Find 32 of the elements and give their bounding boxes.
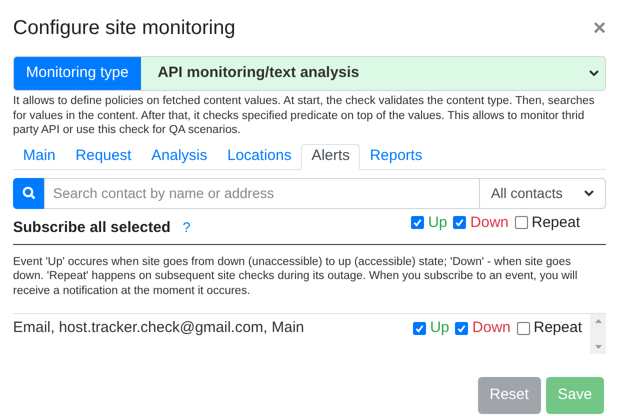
- tab[interactable]: Analysis: [141, 144, 218, 170]
- tab[interactable]: Locations: [217, 144, 302, 170]
- tab[interactable]: Main: [13, 144, 66, 170]
- contact-name: Email, host.tracker.check@gmail.com, Main: [13, 318, 304, 338]
- checkbox[interactable]: [455, 322, 468, 334]
- checkbox[interactable]: [411, 216, 424, 230]
- checkbox[interactable]: [453, 216, 466, 230]
- search-icon: [13, 178, 44, 208]
- checkbox-label: Up: [428, 212, 448, 232]
- checkbox-label: Repeat: [532, 212, 580, 232]
- scroll-up-icon[interactable]: [594, 319, 602, 323]
- chevron-down-icon: [584, 190, 594, 196]
- checkbox-label: Down: [470, 212, 509, 232]
- tab[interactable]: Request: [66, 144, 142, 170]
- checkbox[interactable]: [516, 322, 530, 334]
- checkbox-label: Repeat: [534, 318, 582, 338]
- tab[interactable]: Alerts: [301, 144, 360, 170]
- dialog-title: Configure site monitoring: [13, 16, 236, 41]
- tab[interactable]: Reports: [360, 144, 432, 170]
- checkbox[interactable]: [514, 216, 528, 230]
- scrollbar[interactable]: [590, 314, 606, 354]
- search-field[interactable]: Search contact by name or address: [44, 178, 480, 208]
- contacts-filter-select[interactable]: All contacts: [480, 178, 606, 208]
- subscribe-all-label: Subscribe all selected: [13, 218, 171, 238]
- close-button[interactable]: ×: [593, 17, 606, 39]
- description-text: It allows to define policies on fetched content values. At start, the check validates the content type. Then, searches for values in the content. After that, it checks specified predicate on top of the values. This allows to monitor thrid party API or use this check for QA scenarios.: [13, 94, 596, 138]
- checkbox-label: Down: [472, 318, 511, 338]
- scroll-down-icon[interactable]: [594, 345, 602, 349]
- event-help-text: Event 'Up' occures when site goes from down (unaccessible) to up (accessible) state; 'Down' - when site goes down. 'Repeat' happens on subsequent site checks during its outage. When you subscribe to an event, you will receive a notification at the moment it occures.: [13, 254, 578, 298]
- checkbox[interactable]: [413, 322, 426, 334]
- help-link[interactable]: ?: [182, 217, 190, 238]
- checkbox-label: Up: [430, 318, 450, 338]
